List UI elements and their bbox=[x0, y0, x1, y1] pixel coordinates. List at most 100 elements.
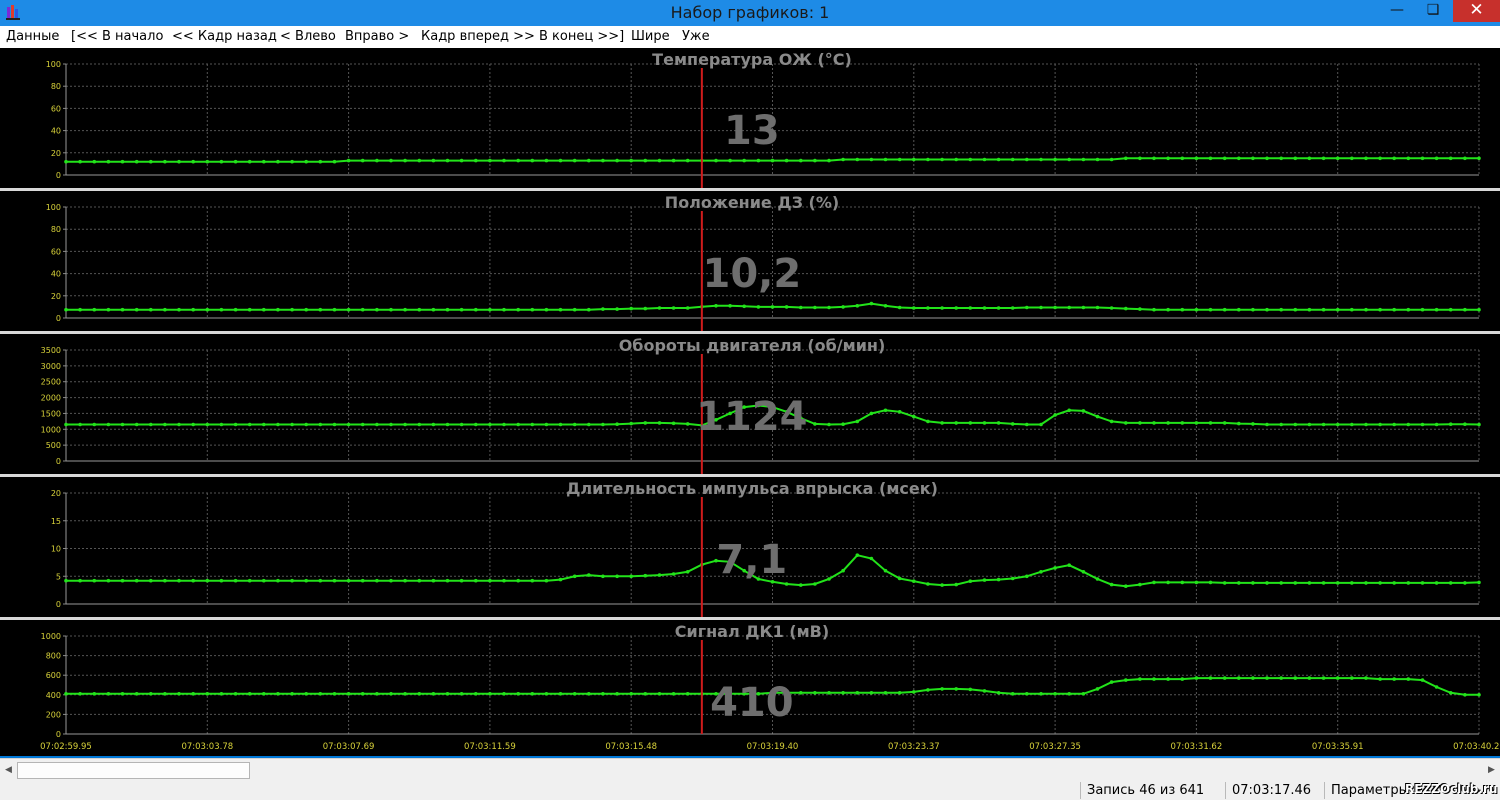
data-point bbox=[1335, 422, 1340, 427]
menu-go-end[interactable]: В конец >>] bbox=[539, 29, 624, 44]
chart-panel[interactable]: 20 15 10 5 0 Длительность импульса впрыска (м… bbox=[0, 477, 1500, 617]
data-point bbox=[813, 691, 817, 695]
y-tick-label: 60 bbox=[51, 104, 61, 113]
chart-svg: 100 80 60 40 20 0 Положение ДЗ (%) 10,2 bbox=[46, 193, 1481, 331]
data-point bbox=[869, 301, 874, 306]
scroll-right-arrow-icon[interactable]: ▶ bbox=[1483, 759, 1500, 781]
y-tick-label: 1500 bbox=[41, 409, 61, 418]
data-point bbox=[1406, 581, 1411, 585]
horizontal-scrollbar[interactable]: ◀ ▶ bbox=[0, 758, 1500, 781]
params-label[interactable]: Параметры bbox=[1324, 782, 1409, 799]
data-point bbox=[841, 305, 845, 309]
data-point bbox=[1237, 156, 1241, 161]
scroll-left-arrow-icon[interactable]: ◀ bbox=[0, 759, 17, 781]
y-tick-label: 0 bbox=[56, 600, 61, 609]
data-point bbox=[742, 304, 746, 309]
menu-scroll-right[interactable]: Вправо > bbox=[345, 29, 409, 44]
x-tick-label: 07:03:27.35 bbox=[1029, 742, 1081, 752]
data-point bbox=[1463, 307, 1467, 312]
y-tick-label: 20 bbox=[51, 489, 61, 498]
close-button[interactable]: ✕ bbox=[1453, 0, 1500, 22]
data-point bbox=[770, 305, 775, 309]
data-point bbox=[1194, 580, 1199, 585]
data-point bbox=[1335, 581, 1340, 585]
y-tick-label: 600 bbox=[46, 671, 61, 680]
data-point bbox=[360, 578, 365, 583]
chart-panel[interactable]: 3500 3000 2500 2000 1500 1000 500 0 Обороты двиг… bbox=[0, 334, 1500, 474]
data-point bbox=[219, 578, 224, 583]
menu-frame-forward[interactable]: Кадр вперед >> bbox=[421, 29, 535, 44]
data-point bbox=[1010, 422, 1015, 426]
data-point bbox=[276, 307, 280, 312]
data-point bbox=[897, 157, 902, 162]
data-point bbox=[968, 687, 973, 692]
data-point bbox=[1251, 156, 1255, 161]
data-point bbox=[1265, 307, 1269, 312]
data-point bbox=[869, 411, 874, 416]
menu-frame-back[interactable]: << Кадр назад bbox=[172, 29, 277, 44]
data-point bbox=[1420, 678, 1425, 682]
data-point bbox=[530, 158, 535, 163]
data-point bbox=[784, 158, 789, 163]
data-point bbox=[1095, 305, 1100, 310]
data-point bbox=[855, 157, 860, 162]
data-point bbox=[855, 304, 860, 308]
data-point bbox=[912, 579, 916, 583]
data-point bbox=[1350, 422, 1354, 427]
data-point bbox=[403, 692, 407, 696]
data-point bbox=[1279, 422, 1283, 427]
data-point bbox=[996, 157, 1001, 162]
y-tick-label: 20 bbox=[51, 149, 61, 158]
menu-scroll-left[interactable]: < Влево bbox=[280, 29, 336, 44]
maximize-button[interactable]: ❏ bbox=[1414, 0, 1452, 22]
data-point bbox=[813, 158, 817, 163]
data-point bbox=[954, 687, 958, 691]
data-point bbox=[530, 578, 535, 583]
data-point bbox=[177, 692, 181, 696]
data-point bbox=[1321, 422, 1326, 427]
data-point bbox=[233, 159, 238, 164]
data-point bbox=[1237, 307, 1241, 312]
data-point bbox=[841, 691, 845, 695]
minimize-button[interactable]: — bbox=[1378, 0, 1416, 22]
data-point bbox=[883, 568, 888, 573]
y-tick-label: 0 bbox=[56, 730, 61, 739]
scroll-thumb[interactable] bbox=[17, 762, 250, 779]
data-point bbox=[459, 158, 464, 163]
data-point bbox=[1293, 156, 1298, 161]
data-point bbox=[64, 578, 68, 583]
data-point bbox=[572, 307, 577, 312]
data-point bbox=[233, 692, 238, 696]
data-point bbox=[516, 578, 520, 583]
y-tick-label: 1000 bbox=[41, 425, 61, 434]
data-point bbox=[912, 306, 916, 310]
status-bar: Запись 46 из 641 07:03:17.46 Параметры bbox=[0, 781, 1500, 800]
data-point bbox=[106, 307, 111, 312]
x-tick-label: 07:03:40.20 bbox=[1453, 742, 1500, 752]
data-point bbox=[134, 578, 139, 583]
chart-title: Длительность импульса впрыска (мсек) bbox=[566, 479, 938, 498]
data-point bbox=[163, 578, 167, 583]
data-point bbox=[813, 422, 817, 426]
data-point bbox=[318, 578, 323, 583]
data-point bbox=[1350, 156, 1354, 161]
menu-wider[interactable]: Шире bbox=[631, 29, 670, 44]
chart-title: Обороты двигателя (об/мин) bbox=[619, 336, 886, 355]
chart-panel[interactable]: 100 80 60 40 20 0 Температура ОЖ (°C) 13 bbox=[0, 48, 1500, 188]
chart-panel[interactable]: 100 80 60 40 20 0 Положение ДЗ (%) 10,2 bbox=[0, 191, 1500, 331]
data-point bbox=[841, 568, 845, 573]
data-point bbox=[1124, 678, 1128, 682]
data-point bbox=[1448, 581, 1453, 585]
data-point bbox=[1095, 687, 1100, 691]
data-point bbox=[982, 689, 987, 693]
data-point bbox=[1010, 306, 1015, 310]
menu-narrower[interactable]: Уже bbox=[682, 29, 710, 44]
data-point bbox=[572, 422, 577, 427]
x-tick-label: 07:03:07.69 bbox=[323, 742, 375, 752]
menu-data[interactable]: Данные bbox=[6, 29, 59, 44]
data-point bbox=[1364, 422, 1368, 427]
data-point bbox=[375, 307, 379, 312]
menu-go-start[interactable]: [<< В начало bbox=[71, 29, 163, 44]
data-point bbox=[784, 305, 789, 309]
chart-panel[interactable]: 1000 800 600 400 200 0 Сигнал ДК1 (мВ) 410 07:02… bbox=[0, 620, 1500, 756]
